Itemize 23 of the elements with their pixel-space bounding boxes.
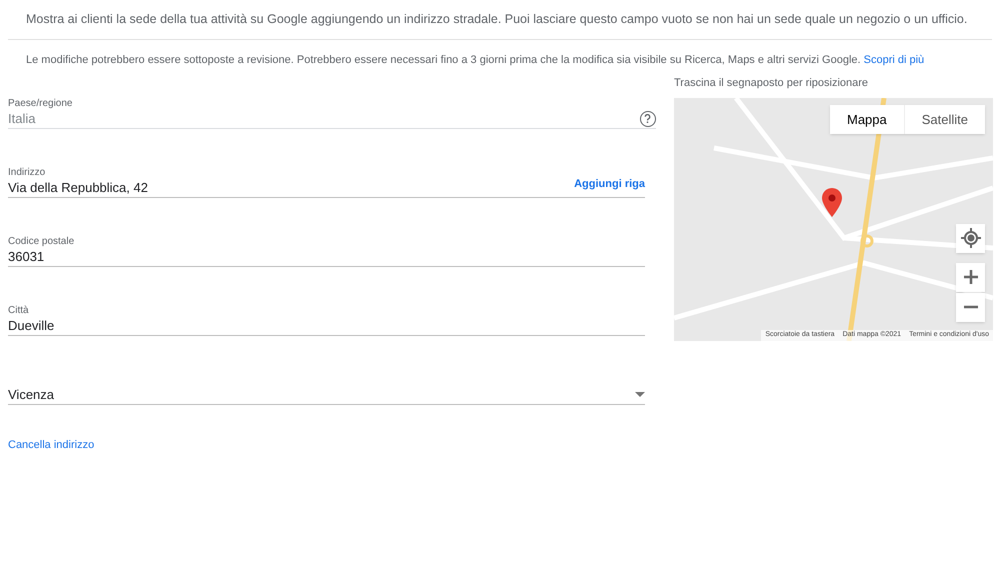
field-label: Indirizzo bbox=[8, 167, 46, 178]
location-pin-icon[interactable] bbox=[822, 188, 842, 217]
input-field[interactable]: Via della Repubblica, 42 Aggiungi riga bbox=[8, 178, 645, 198]
intro-text: Mostra ai clienti la sede della tua attività su Google aggiungendo un indirizzo stradale. Puoi lasciare questo campo vuoto se non hai un sede quale un negozio o un ufficio. bbox=[26, 11, 968, 28]
dropdown-arrow-icon bbox=[635, 392, 645, 398]
map-type-tab[interactable]: Satellite bbox=[904, 104, 985, 134]
field-label: Codice postale bbox=[8, 236, 74, 248]
notice-text: Le modifiche potrebbero essere sottoposte a revisione. Potrebbero essere necessari fino a 3 giorni prima che la modifica sia visibile su Ricerca, Maps e altri servizi Google. Scopri di più bbox=[25, 52, 926, 68]
add-line-button[interactable]: Aggiungi riga bbox=[574, 176, 645, 192]
field-label: Città bbox=[8, 305, 29, 316]
delete-address-link[interactable]: Cancella indirizzo bbox=[8, 437, 94, 454]
zoom-in-button[interactable] bbox=[956, 262, 985, 292]
map-hint-text: Trascina il segnaposto per riposizionare bbox=[674, 76, 870, 92]
minus-icon bbox=[964, 305, 978, 310]
map-type-tab[interactable]: Mappa bbox=[830, 104, 904, 134]
input-field[interactable]: Dueville bbox=[8, 316, 645, 336]
input-field[interactable]: 36031 bbox=[8, 247, 645, 268]
field-label: Paese/regione bbox=[8, 98, 72, 110]
learn-more-link[interactable]: Scopri di più bbox=[864, 54, 924, 66]
my-location-button[interactable] bbox=[956, 224, 985, 253]
province-dropdown[interactable]: Vicenza bbox=[8, 385, 645, 406]
zoom-out-button[interactable] bbox=[956, 292, 985, 322]
plus-icon bbox=[964, 270, 978, 284]
